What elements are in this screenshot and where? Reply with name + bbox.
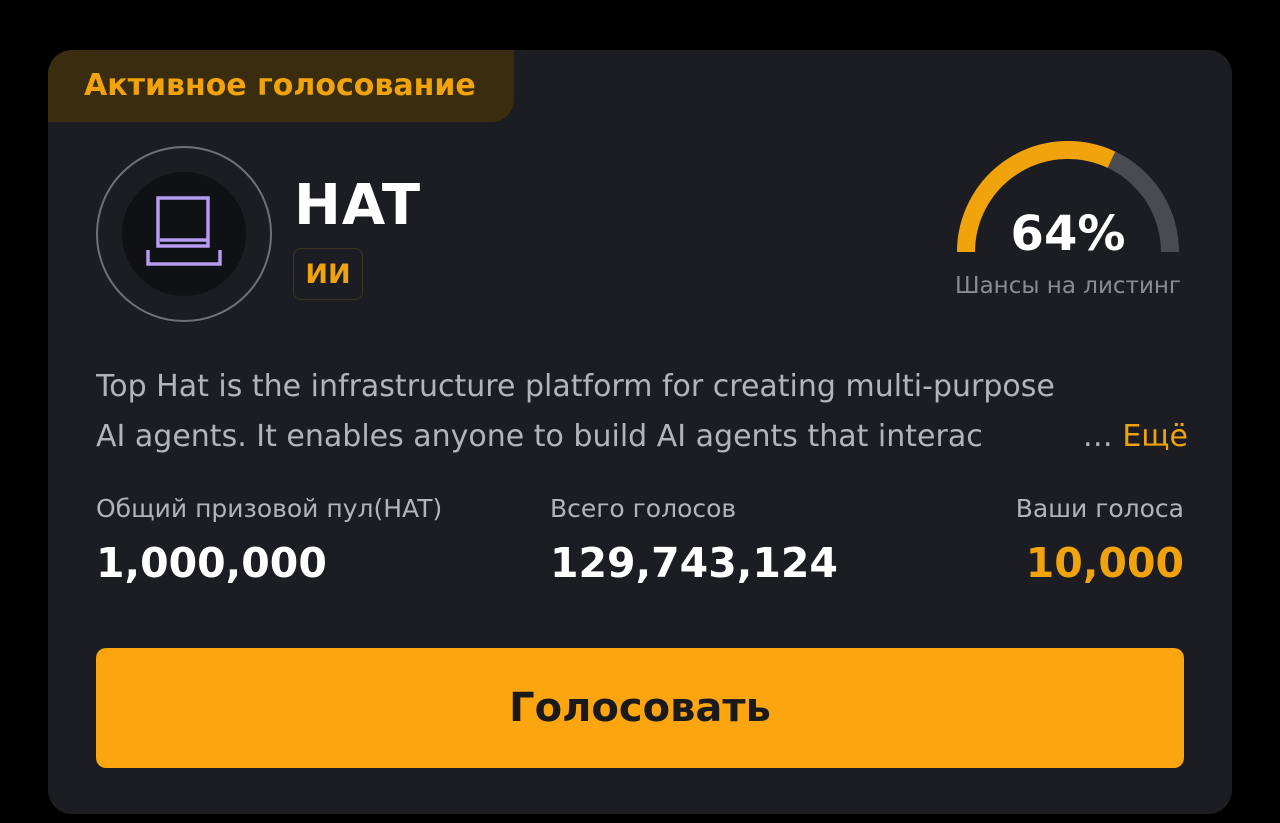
listing-chance-gauge: 64% Шансы на листинг: [948, 130, 1188, 310]
vote-button[interactable]: Голосовать: [96, 648, 1184, 768]
ellipsis: …: [1082, 419, 1113, 454]
your-votes-label: Ваши голоса: [1015, 494, 1184, 523]
active-vote-badge: Активное голосование: [48, 50, 514, 122]
total-votes-stat: Всего голосов 129,743,124: [550, 496, 838, 584]
prize-pool-stat: Общий призовой пул(HAT) 1,000,000: [96, 496, 442, 584]
token-description: Top Hat is the infrastructure platform f…: [96, 362, 1188, 462]
more-link[interactable]: Ещё: [1122, 419, 1188, 454]
token-logo: [96, 146, 272, 322]
listing-chance-value: 64%: [1010, 206, 1126, 262]
description-line-1: Top Hat is the infrastructure platform f…: [96, 369, 1055, 404]
listing-chance-label: Шансы на листинг: [954, 273, 1182, 299]
description-line-2: AI agents. It enables anyone to build AI…: [96, 419, 983, 454]
laptop-icon: [146, 196, 222, 266]
total-votes-label: Всего голосов: [550, 494, 737, 523]
vote-card: Активное голосование HAT ИИ 64% Шансы на…: [48, 50, 1232, 814]
total-votes-value: 129,743,124: [550, 539, 838, 587]
token-name: HAT: [294, 173, 422, 238]
your-votes-value: 10,000: [1025, 539, 1184, 587]
category-tag[interactable]: ИИ: [293, 248, 363, 300]
prize-pool-value: 1,000,000: [96, 539, 327, 587]
your-votes-stat: Ваши голоса 10,000: [1016, 496, 1184, 584]
prize-pool-label: Общий призовой пул(HAT): [96, 494, 443, 523]
